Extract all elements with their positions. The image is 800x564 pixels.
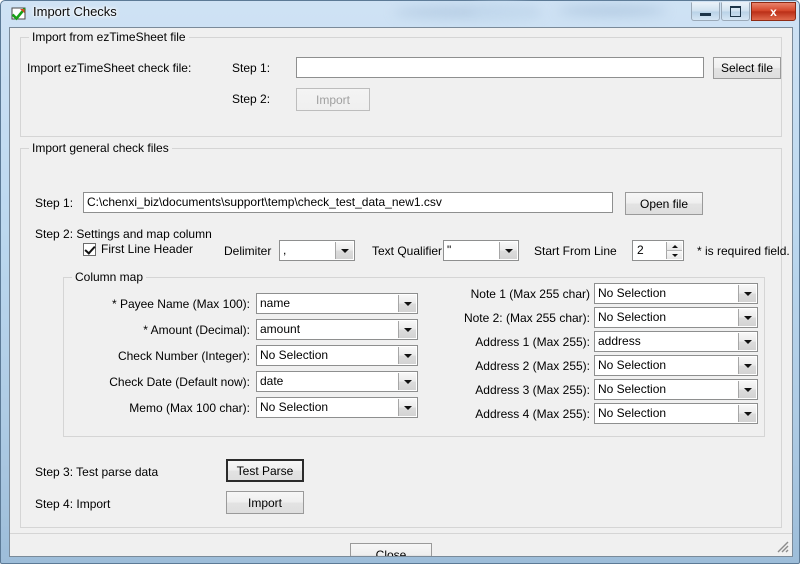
address-1-value: address — [598, 334, 641, 348]
column-map-right-label-1: Note 2: (Max 255 char): — [430, 311, 590, 325]
eztimesheet-file-label: Import ezTimeSheet check file: — [27, 61, 191, 75]
eztimesheet-file-input[interactable] — [296, 57, 704, 78]
note-1-value: No Selection — [598, 286, 666, 300]
spinner-down-icon[interactable] — [666, 250, 682, 259]
chevron-down-icon[interactable] — [499, 242, 517, 259]
chevron-down-icon[interactable] — [398, 399, 416, 416]
first-line-header-label: First Line Header — [101, 242, 193, 256]
column-map-right-label-4: Address 3 (Max 255): — [430, 383, 590, 397]
address-4-select[interactable]: No Selection — [594, 403, 758, 424]
application-window: Import Checks x Import from ezTimeSheet … — [0, 0, 800, 564]
address-3-value: No Selection — [598, 382, 666, 396]
address-4-value: No Selection — [598, 406, 666, 420]
chevron-down-icon[interactable] — [398, 321, 416, 338]
delimiter-select[interactable]: , — [279, 240, 355, 261]
note-2-value: No Selection — [598, 310, 666, 324]
chevron-down-icon[interactable] — [398, 373, 416, 390]
memo-value: No Selection — [260, 400, 328, 414]
minimize-icon — [692, 3, 719, 20]
check-number-select[interactable]: No Selection — [256, 345, 418, 366]
check-date-select[interactable]: date — [256, 371, 418, 392]
spinner-buttons[interactable] — [666, 242, 682, 259]
check-document-icon — [11, 6, 27, 22]
column-map-right-label-0: Note 1 (Max 255 char) — [430, 287, 590, 301]
payee-name-value: name — [260, 296, 290, 310]
start-from-line-input[interactable]: 2 — [632, 240, 684, 261]
group-title-general: Import general check files — [29, 141, 172, 155]
address-1-select[interactable]: address — [594, 331, 758, 352]
eztimesheet-import-button[interactable]: Import — [296, 88, 370, 111]
note-2-select[interactable]: No Selection — [594, 307, 758, 328]
column-map-left-label-2: Check Number (Integer): — [68, 349, 250, 363]
general-step2-label: Step 2: Settings and map column — [35, 227, 212, 241]
start-from-line-value: 2 — [637, 243, 644, 257]
dialog-client-area: Import from ezTimeSheet file Import ezTi… — [9, 27, 793, 557]
chevron-down-icon[interactable] — [738, 381, 756, 398]
check-date-value: date — [260, 374, 283, 388]
general-step1-label: Step 1: — [35, 196, 73, 210]
title-bar[interactable]: Import Checks x — [1, 1, 800, 27]
maximize-button[interactable] — [721, 2, 750, 21]
chevron-down-icon[interactable] — [738, 285, 756, 302]
resize-grip-icon[interactable] — [775, 539, 789, 553]
import-from-eztimesheet-group: Import from ezTimeSheet file Import ezTi… — [20, 37, 782, 137]
group-title-eztimesheet: Import from ezTimeSheet file — [29, 30, 189, 44]
maximize-icon — [722, 3, 749, 20]
chevron-down-icon[interactable] — [738, 309, 756, 326]
delimiter-value: , — [283, 243, 286, 257]
group-title-column-map: Column map — [72, 270, 146, 284]
close-button[interactable]: Close — [350, 543, 432, 557]
start-from-line-label: Start From Line — [534, 244, 617, 258]
select-file-button[interactable]: Select file — [713, 57, 781, 79]
memo-select[interactable]: No Selection — [256, 397, 418, 418]
column-map-right-label-3: Address 2 (Max 255): — [430, 359, 590, 373]
chevron-down-icon[interactable] — [335, 242, 353, 259]
minimize-button[interactable] — [691, 2, 720, 21]
required-field-note: * is required field. — [697, 244, 790, 258]
chevron-down-icon[interactable] — [398, 295, 416, 312]
footer-divider — [10, 533, 793, 534]
test-parse-button[interactable]: Test Parse — [226, 459, 304, 482]
eztimesheet-step2-label: Step 2: — [232, 92, 270, 106]
column-map-left-label-0: * Payee Name (Max 100): — [68, 297, 250, 311]
window-title: Import Checks — [33, 4, 117, 19]
close-window-button[interactable]: x — [751, 2, 796, 21]
chevron-down-icon[interactable] — [738, 405, 756, 422]
text-qualifier-value: " — [447, 243, 451, 257]
column-map-left-label-4: Memo (Max 100 char): — [68, 401, 250, 415]
first-line-header-checkbox[interactable]: First Line Header — [83, 242, 193, 256]
address-2-value: No Selection — [598, 358, 666, 372]
eztimesheet-step1-label: Step 1: — [232, 61, 270, 75]
column-map-left-label-3: Check Date (Default now): — [68, 375, 250, 389]
column-map-right-label-2: Address 1 (Max 255): — [430, 335, 590, 349]
spinner-up-icon[interactable] — [666, 242, 682, 250]
column-map-right-label-5: Address 4 (Max 255): — [430, 407, 590, 421]
close-icon: x — [752, 3, 795, 20]
open-file-button[interactable]: Open file — [625, 192, 703, 215]
column-map-left-label-1: * Amount (Decimal): — [68, 323, 250, 337]
import-general-check-files-group: Import general check files Step 1: C:\ch… — [20, 148, 782, 528]
general-file-path-input[interactable]: C:\chenxi_biz\documents\support\temp\che… — [83, 192, 613, 213]
address-3-select[interactable]: No Selection — [594, 379, 758, 400]
column-map-group: Column map * Payee Name (Max 100): name … — [63, 277, 765, 437]
checkbox-check-icon — [83, 243, 96, 256]
payee-name-select[interactable]: name — [256, 293, 418, 314]
delimiter-label: Delimiter — [224, 244, 271, 258]
note-1-select[interactable]: No Selection — [594, 283, 758, 304]
amount-select[interactable]: amount — [256, 319, 418, 340]
amount-value: amount — [260, 322, 300, 336]
step3-label: Step 3: Test parse data — [35, 465, 158, 479]
chevron-down-icon[interactable] — [398, 347, 416, 364]
text-qualifier-select[interactable]: " — [443, 240, 519, 261]
text-qualifier-label: Text Qualifier — [372, 244, 442, 258]
chevron-down-icon[interactable] — [738, 357, 756, 374]
address-2-select[interactable]: No Selection — [594, 355, 758, 376]
check-number-value: No Selection — [260, 348, 328, 362]
step4-label: Step 4: Import — [35, 497, 110, 511]
chevron-down-icon[interactable] — [738, 333, 756, 350]
general-import-button[interactable]: Import — [226, 491, 304, 514]
